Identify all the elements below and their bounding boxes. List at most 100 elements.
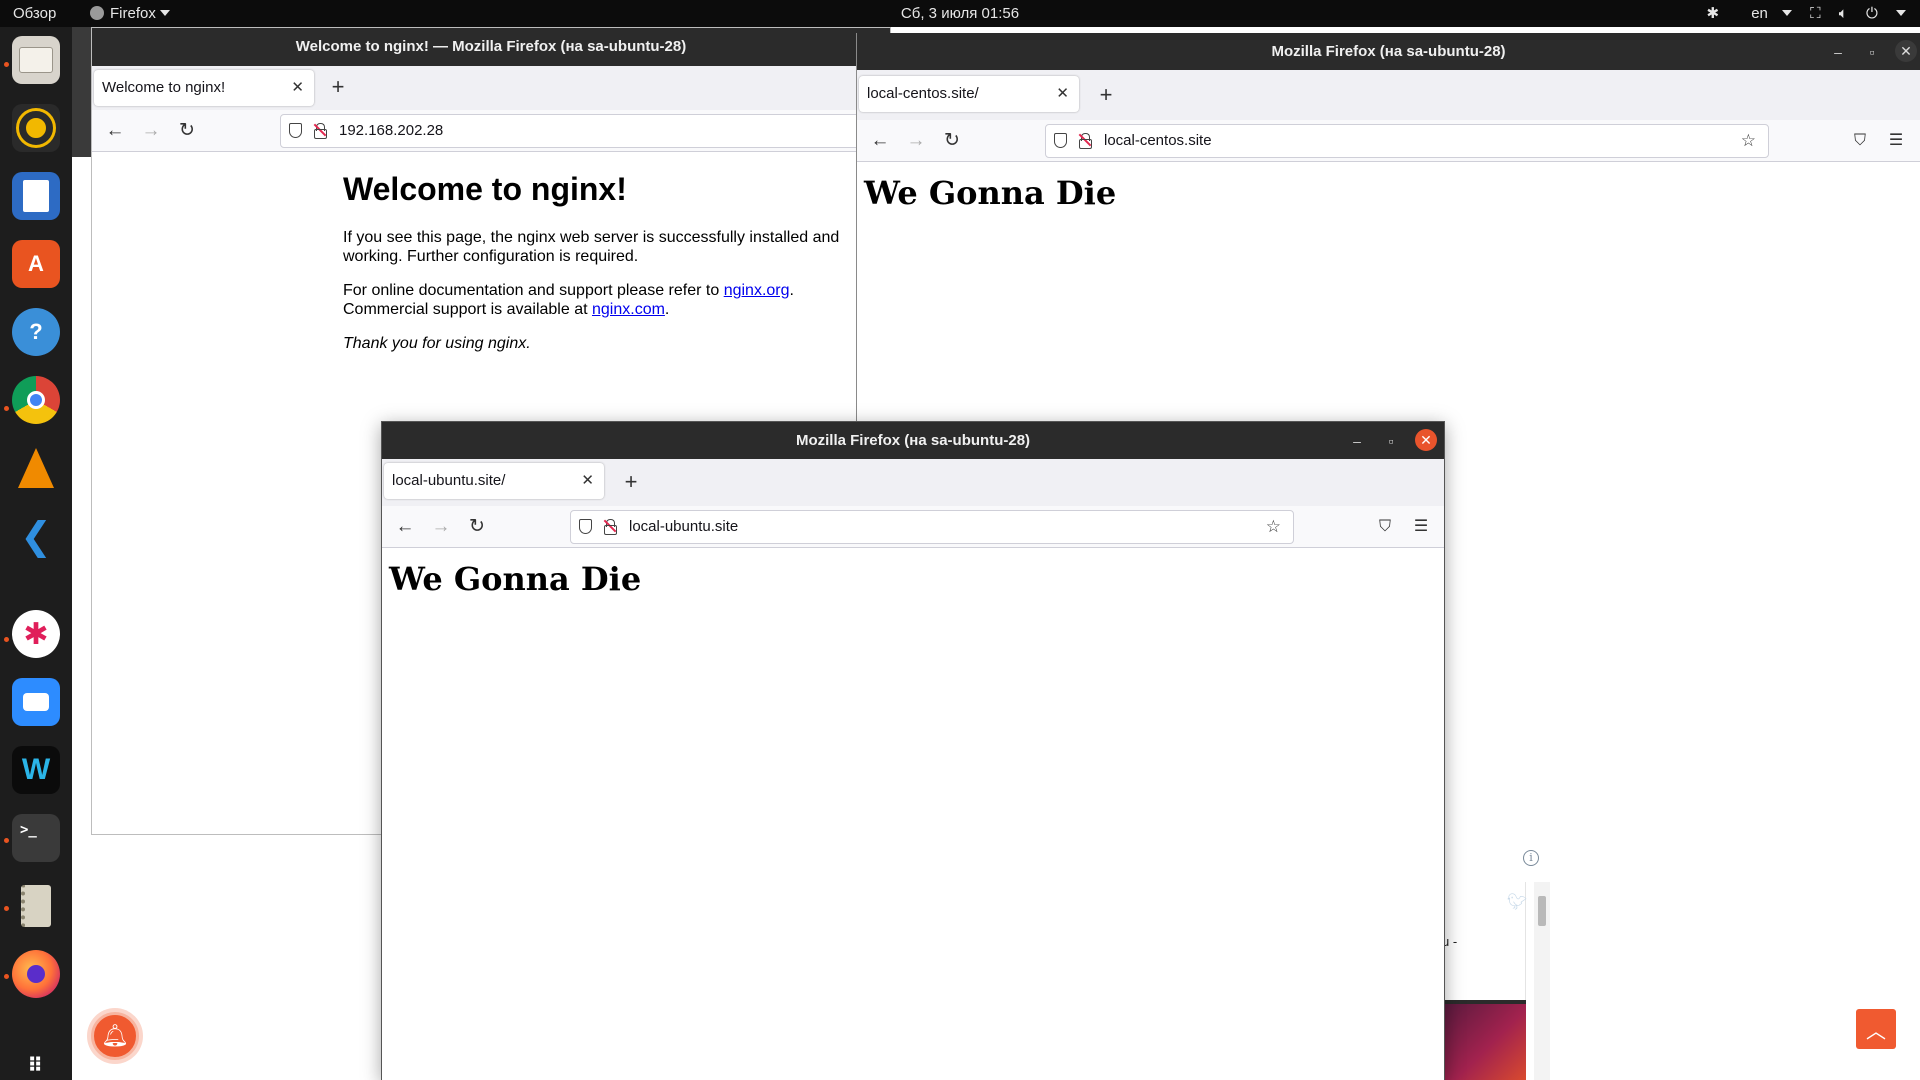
- insecure-lock-icon[interactable]: [1078, 133, 1092, 149]
- close-tab-icon[interactable]: ✕: [1056, 76, 1069, 112]
- slack-icon[interactable]: ✱: [12, 610, 60, 658]
- help-icon[interactable]: ?: [12, 308, 60, 356]
- new-tab-button[interactable]: +: [618, 469, 644, 495]
- scroll-to-top-button[interactable]: ︿: [1856, 1009, 1896, 1049]
- network-icon[interactable]: ⛶: [1810, 0, 1821, 27]
- terminal-icon[interactable]: >_: [12, 814, 60, 862]
- bookmark-star-icon[interactable]: ☆: [1741, 125, 1756, 157]
- app-menu-button[interactable]: Firefox: [90, 0, 170, 27]
- close-icon[interactable]: ✕: [1895, 40, 1917, 62]
- tracking-shield-icon[interactable]: [289, 123, 302, 138]
- back-button[interactable]: ←: [867, 128, 893, 154]
- docs-paragraph: For online documentation and support ple…: [343, 281, 863, 319]
- new-tab-button[interactable]: +: [1093, 82, 1119, 108]
- page-content: We Gonna Die: [382, 548, 1444, 1080]
- thanks-paragraph: Thank you for using nginx.: [343, 335, 531, 352]
- webex-icon[interactable]: W: [12, 746, 60, 794]
- power-icon[interactable]: ⏻: [1866, 0, 1878, 27]
- volume-icon[interactable]: 🔈︎: [1839, 0, 1848, 27]
- new-tab-button[interactable]: +: [325, 74, 351, 100]
- chevron-down-icon[interactable]: [1896, 10, 1906, 16]
- pocket-icon[interactable]: ⛉: [1372, 514, 1398, 540]
- tracking-shield-icon[interactable]: [1054, 133, 1067, 148]
- close-icon[interactable]: ✕: [1415, 429, 1437, 451]
- nginx-welcome: Welcome to nginx! If you see this page, …: [343, 170, 863, 368]
- files-icon[interactable]: [12, 36, 60, 84]
- chevron-down-icon: [159, 10, 170, 16]
- vlc-icon[interactable]: [12, 444, 60, 492]
- archive-icon[interactable]: [12, 882, 60, 930]
- tab-strip: local-centos.site/ ✕ +: [857, 70, 1920, 120]
- nav-toolbar: ← → ↻ local-ubuntu.site ☆ ⛉ ☰: [382, 506, 1444, 548]
- running-indicator: [4, 838, 9, 843]
- reload-button[interactable]: ↻: [174, 118, 200, 144]
- firefox-app-icon: [90, 6, 104, 20]
- window-titlebar[interactable]: Mozilla Firefox (на sa-ubuntu-28) – ▫ ✕: [857, 33, 1920, 70]
- clock-label[interactable]: Сб, 3 июля 01:56: [901, 5, 1019, 22]
- forward-button[interactable]: →: [428, 514, 454, 540]
- zoom-icon[interactable]: [12, 678, 60, 726]
- hamburger-menu-icon[interactable]: ☰: [1883, 128, 1909, 154]
- insecure-lock-icon[interactable]: [313, 123, 327, 139]
- tab-centos[interactable]: local-centos.site/ ✕: [859, 76, 1079, 112]
- language-indicator[interactable]: en: [1737, 0, 1792, 27]
- nginx-org-link[interactable]: nginx.org: [724, 282, 790, 299]
- docs-text: .: [789, 282, 794, 299]
- background-thumbnail[interactable]: [1444, 1000, 1526, 1080]
- url-text[interactable]: 192.168.202.28: [339, 115, 443, 147]
- info-icon[interactable]: i: [1523, 850, 1539, 866]
- url-text[interactable]: local-ubuntu.site: [629, 511, 738, 543]
- back-button[interactable]: ←: [102, 118, 128, 144]
- chrome-icon[interactable]: [12, 376, 60, 424]
- dock: A ? ❮ ✱ W >_ ⠿: [0, 27, 72, 1080]
- firefox-window-ubuntu: Mozilla Firefox (на sa-ubuntu-28) – ▫ ✕ …: [381, 421, 1445, 1080]
- window-title: Welcome to nginx! — Mozilla Firefox (на …: [295, 38, 687, 55]
- bookmark-star-icon[interactable]: ☆: [1266, 511, 1281, 543]
- url-bar[interactable]: local-centos.site ☆: [1045, 124, 1769, 158]
- tracking-shield-icon[interactable]: [579, 519, 592, 534]
- minimize-icon[interactable]: –: [1346, 430, 1368, 452]
- forward-button[interactable]: →: [138, 118, 164, 144]
- background-scrollbar[interactable]: [1534, 882, 1550, 1080]
- url-bar[interactable]: 192.168.202.28: [280, 114, 890, 148]
- pocket-icon[interactable]: ⛉: [1847, 128, 1873, 154]
- url-bar[interactable]: local-ubuntu.site ☆: [570, 510, 1294, 544]
- running-indicator: [4, 974, 9, 979]
- rhythmbox-icon[interactable]: [12, 104, 60, 152]
- reload-button[interactable]: ↻: [939, 128, 965, 154]
- top-bar: Обзор Firefox Сб, 3 июля 01:56 ✱ en ⛶ 🔈︎…: [0, 0, 1920, 27]
- window-title: Mozilla Firefox (на sa-ubuntu-28): [795, 432, 1031, 449]
- nav-toolbar: ← → ↻ local-centos.site ☆ ⛉ ☰: [857, 120, 1920, 162]
- reload-button[interactable]: ↻: [464, 514, 490, 540]
- slack-tray-icon[interactable]: ✱: [1706, 0, 1719, 27]
- tab-nginx[interactable]: Welcome to nginx! ✕: [94, 70, 314, 106]
- twitter-icon[interactable]: 🐦︎: [1507, 892, 1527, 912]
- page-title: Welcome to nginx!: [343, 171, 627, 207]
- window-titlebar[interactable]: Welcome to nginx! — Mozilla Firefox (на …: [92, 28, 890, 66]
- vscode-icon[interactable]: ❮: [12, 512, 60, 560]
- chevron-down-icon: [1781, 10, 1792, 16]
- activities-button[interactable]: Обзор: [13, 0, 56, 27]
- writer-icon[interactable]: [12, 172, 60, 220]
- show-apps-icon[interactable]: ⠿: [12, 1042, 60, 1080]
- firefox-icon[interactable]: [12, 950, 60, 998]
- running-indicator: [4, 637, 9, 642]
- software-icon[interactable]: A: [12, 240, 60, 288]
- notification-bell-button[interactable]: 🔔︎: [91, 1012, 139, 1060]
- hamburger-menu-icon[interactable]: ☰: [1408, 514, 1434, 540]
- window-titlebar[interactable]: Mozilla Firefox (на sa-ubuntu-28) – ▫ ✕: [382, 422, 1444, 459]
- close-tab-icon[interactable]: ✕: [581, 463, 594, 499]
- back-button[interactable]: ←: [392, 514, 418, 540]
- running-indicator: [4, 906, 9, 911]
- tab-ubuntu[interactable]: local-ubuntu.site/ ✕: [384, 463, 604, 499]
- minimize-icon[interactable]: –: [1827, 41, 1849, 63]
- insecure-lock-icon[interactable]: [603, 519, 617, 535]
- scrollbar-thumb[interactable]: [1538, 896, 1546, 926]
- maximize-icon[interactable]: ▫: [1380, 430, 1402, 452]
- support-text: Commercial support is available at: [343, 301, 592, 318]
- nginx-com-link[interactable]: nginx.com: [592, 301, 665, 318]
- forward-button[interactable]: →: [903, 128, 929, 154]
- maximize-icon[interactable]: ▫: [1861, 41, 1883, 63]
- close-tab-icon[interactable]: ✕: [291, 70, 304, 106]
- url-text[interactable]: local-centos.site: [1104, 125, 1212, 157]
